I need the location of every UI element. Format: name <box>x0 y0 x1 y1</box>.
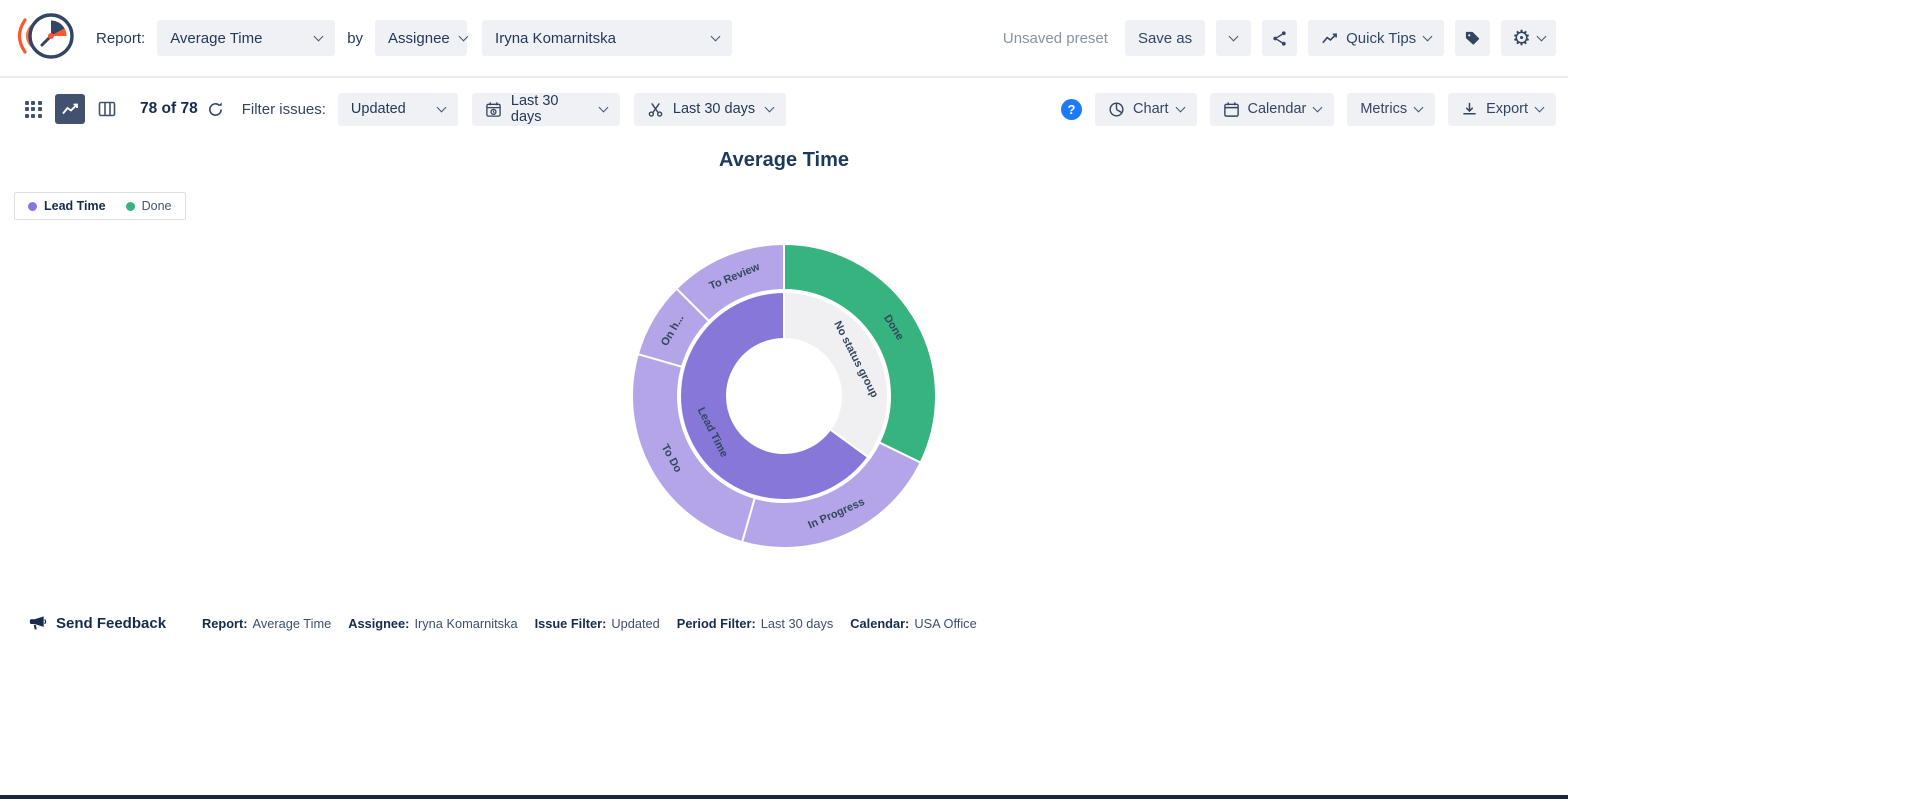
calendar-icon <box>1223 101 1240 118</box>
sunburst-chart[interactable]: No status groupLead TimeDoneIn ProgressT… <box>628 240 940 552</box>
calendar-button-label: Calendar <box>1248 101 1307 117</box>
tag-button[interactable] <box>1455 20 1490 56</box>
issue-filter-value: Updated <box>351 101 406 117</box>
report-type-value: Average Time <box>170 30 262 47</box>
quick-tips-button[interactable]: Quick Tips <box>1308 20 1444 56</box>
quick-tips-label: Quick Tips <box>1346 30 1416 47</box>
chevron-down-icon <box>1537 31 1547 41</box>
chevron-down-icon <box>1229 31 1239 41</box>
work-calendar-value: Last 30 days <box>673 101 755 117</box>
export-button[interactable]: Export <box>1448 93 1556 126</box>
gear-icon: ⚙ <box>1512 28 1531 49</box>
trending-up-icon <box>1321 30 1338 47</box>
chart-title: Average Time <box>0 140 1568 172</box>
grid-icon <box>25 101 42 118</box>
legend-dot <box>126 202 135 211</box>
chevron-down-icon <box>458 31 468 41</box>
legend-dot <box>28 202 37 211</box>
megaphone-icon <box>28 614 47 633</box>
metrics-button[interactable]: Metrics <box>1347 93 1435 126</box>
period-filter-value: Last 30 days <box>511 93 590 125</box>
help-button[interactable]: ? <box>1061 99 1082 120</box>
summary-item: Issue Filter:Updated <box>535 616 660 631</box>
issue-filter-select[interactable]: Updated <box>338 93 458 126</box>
chevron-down-icon <box>711 31 721 41</box>
by-label: by <box>347 30 363 47</box>
send-feedback-label: Send Feedback <box>56 615 166 632</box>
chevron-down-icon <box>1175 102 1185 112</box>
summary-item: Period Filter:Last 30 days <box>677 616 834 631</box>
view-toggle-group <box>18 94 122 124</box>
chevron-down-icon <box>1423 31 1433 41</box>
tag-icon <box>1464 30 1481 47</box>
header-actions: Unsaved preset Save as <box>1003 20 1556 56</box>
period-filter-select[interactable]: Last 30 days <box>472 93 620 126</box>
save-as-label: Save as <box>1138 30 1192 47</box>
unsaved-preset-label: Unsaved preset <box>1003 30 1108 47</box>
chart-view-button[interactable] <box>55 94 85 124</box>
metrics-button-label: Metrics <box>1360 101 1407 117</box>
refresh-icon <box>207 101 224 118</box>
group-by-value: Assignee <box>388 30 450 47</box>
report-summary: Report:Average Time Assignee:Iryna Komarn… <box>202 616 977 631</box>
toolbar: 78 of 78 Filter issues: Updated <box>0 76 1568 140</box>
export-button-label: Export <box>1486 101 1528 117</box>
chart-button-label: Chart <box>1133 101 1168 117</box>
chevron-down-icon <box>598 102 608 112</box>
settings-button[interactable]: ⚙ <box>1501 20 1556 56</box>
calendar-button[interactable]: Calendar <box>1210 93 1335 126</box>
app-window: Report: Average Time by Assignee Iryna K… <box>0 0 1568 799</box>
legend-item-lead-time[interactable]: Lead Time <box>28 199 106 213</box>
download-icon <box>1461 101 1478 118</box>
toolbar-actions: ? Chart Calendar <box>1061 93 1556 126</box>
chevron-down-icon <box>1414 102 1424 112</box>
group-by-select[interactable]: Assignee <box>375 20 467 56</box>
report-type-select[interactable]: Average Time <box>157 20 335 56</box>
line-chart-icon <box>61 100 79 118</box>
app-header: Report: Average Time by Assignee Iryna K… <box>0 0 1568 76</box>
chevron-down-icon <box>314 31 324 41</box>
app-footer: Send Feedback Report:Average Time Assigne… <box>0 600 1568 646</box>
share-button[interactable] <box>1262 20 1297 56</box>
share-icon <box>1271 30 1288 47</box>
report-label: Report: <box>96 30 145 47</box>
save-as-button[interactable]: Save as <box>1125 20 1205 56</box>
chevron-down-icon <box>436 102 446 112</box>
app-logo-icon <box>12 7 78 70</box>
board-icon <box>98 100 116 118</box>
chart-settings-button[interactable]: Chart <box>1095 93 1196 126</box>
chevron-down-icon <box>1313 102 1323 112</box>
issue-count: 78 of 78 <box>140 100 198 118</box>
board-view-button[interactable] <box>92 94 122 124</box>
summary-item: Assignee:Iryna Komarnitska <box>348 616 517 631</box>
work-calendar-select[interactable]: Last 30 days <box>634 93 786 126</box>
bottom-edge-bar <box>0 795 1568 799</box>
filter-issues-label: Filter issues: <box>242 101 326 118</box>
summary-item: Calendar:USA Office <box>850 616 976 631</box>
grid-view-button[interactable] <box>18 94 48 124</box>
save-options-button[interactable] <box>1216 20 1251 56</box>
assignee-value: Iryna Komarnitska <box>495 30 616 47</box>
send-feedback-button[interactable]: Send Feedback <box>28 614 166 633</box>
chart-area: Average Time Lead Time Done No status gro… <box>0 140 1568 600</box>
assignee-select[interactable]: Iryna Komarnitska <box>482 20 732 56</box>
legend-item-done[interactable]: Done <box>126 199 172 213</box>
legend-label: Done <box>142 199 172 213</box>
refresh-button[interactable] <box>207 101 224 118</box>
calendar-clock-icon <box>485 101 502 118</box>
pie-chart-icon <box>1108 101 1125 118</box>
summary-item: Report:Average Time <box>202 616 331 631</box>
question-mark-icon: ? <box>1068 102 1076 117</box>
scissors-icon <box>647 101 664 118</box>
legend-label: Lead Time <box>44 199 106 213</box>
chevron-down-icon <box>1535 102 1545 112</box>
chevron-down-icon <box>764 102 774 112</box>
chart-legend: Lead Time Done <box>14 192 186 220</box>
